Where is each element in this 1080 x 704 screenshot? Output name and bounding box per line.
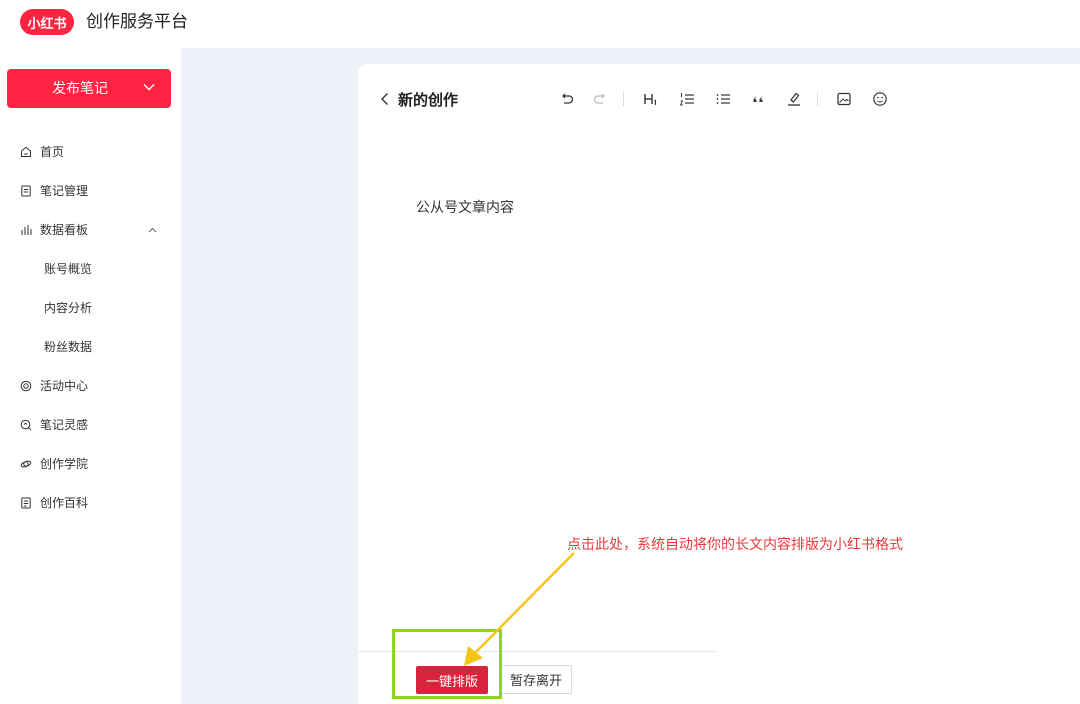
sidebar-item-activity-center[interactable]: 活动中心: [0, 366, 181, 405]
highlight-button[interactable]: [783, 88, 805, 110]
toolbar-divider: [817, 92, 818, 106]
redo-button[interactable]: [589, 88, 611, 110]
sidebar-item-label: 账号概览: [44, 262, 93, 276]
academy-icon: [20, 460, 32, 467]
sidebar-item-data-dashboard[interactable]: 数据看板: [0, 210, 181, 249]
sidebar-item-note-management[interactable]: 笔记管理: [0, 171, 181, 210]
home-icon: [21, 146, 31, 157]
encyclopedia-icon: [21, 497, 31, 508]
editor-content[interactable]: 公从号文章内容: [416, 198, 514, 218]
one-click-format-button[interactable]: 一键排版: [416, 666, 488, 694]
bullet-list-button[interactable]: [712, 88, 734, 110]
emoji-icon: [873, 92, 887, 106]
sidebar-item-label: 内容分析: [44, 301, 93, 315]
inspiration-icon: [20, 419, 32, 430]
undo-icon: [562, 93, 574, 104]
highlight-icon: [788, 92, 800, 106]
sidebar-item-fan-data[interactable]: 粉丝数据: [0, 327, 181, 366]
image-icon: [837, 92, 851, 106]
xiaohongshu-logo[interactable]: 小红书: [20, 9, 74, 35]
emoji-button[interactable]: [869, 88, 891, 110]
platform-title: 创作服务平台: [86, 12, 188, 32]
image-button[interactable]: [833, 88, 855, 110]
ordered-list-button[interactable]: [676, 88, 698, 110]
undo-button[interactable]: [556, 88, 578, 110]
note-icon: [21, 185, 31, 196]
activity-icon: [20, 380, 32, 391]
redo-icon: [593, 93, 605, 104]
sidebar-item-label: 活动中心: [40, 379, 89, 393]
heading-button[interactable]: [640, 88, 662, 110]
sidebar-item-label: 笔记管理: [40, 184, 89, 198]
chevron-down-icon: [143, 84, 155, 91]
bullet-list-icon: [716, 94, 730, 104]
annotation-text: 点击此处，系统自动将你的长文内容排版为小红书格式: [567, 537, 903, 553]
editor-panel: 新的创作 公从号文章内容 一键排版 暂存离开: [358, 64, 1080, 704]
heading-icon: [644, 94, 657, 105]
save-and-leave-button[interactable]: 暂存离开: [500, 665, 572, 694]
sidebar: 发布笔记 首页 笔记管理 数据看板 账号概览 内容分析 粉丝数据 活动中心 笔记…: [0, 48, 181, 704]
quote-button[interactable]: [747, 88, 769, 110]
chevron-up-icon: [148, 227, 157, 232]
toolbar-divider: [623, 92, 624, 106]
sidebar-item-note-inspiration[interactable]: 笔记灵感: [0, 405, 181, 444]
sidebar-item-label: 首页: [40, 145, 65, 159]
footer-divider: [358, 651, 716, 652]
editor-title: 新的创作: [398, 90, 459, 109]
sidebar-item-home[interactable]: 首页: [0, 132, 181, 171]
sidebar-item-content-analysis[interactable]: 内容分析: [0, 288, 181, 327]
sidebar-item-label: 创作学院: [40, 457, 89, 471]
top-header: 小红书 创作服务平台: [0, 0, 1080, 48]
bar-chart-icon: [21, 224, 32, 235]
ordered-list-icon: [679, 93, 694, 106]
publish-note-button[interactable]: 发布笔记: [7, 69, 171, 108]
sidebar-item-label: 粉丝数据: [44, 340, 93, 354]
sidebar-item-label: 数据看板: [40, 223, 89, 237]
sidebar-item-label: 创作百科: [40, 496, 89, 510]
sidebar-item-creator-academy[interactable]: 创作学院: [0, 444, 181, 483]
quote-icon: [753, 96, 763, 102]
sidebar-item-creator-encyclopedia[interactable]: 创作百科: [0, 483, 181, 522]
publish-note-label: 发布笔记: [52, 80, 108, 96]
sidebar-item-label: 笔记灵感: [40, 418, 89, 432]
chevron-left-icon: [381, 93, 388, 105]
sidebar-item-account-overview[interactable]: 账号概览: [0, 249, 181, 288]
back-button[interactable]: 新的创作: [380, 88, 458, 110]
